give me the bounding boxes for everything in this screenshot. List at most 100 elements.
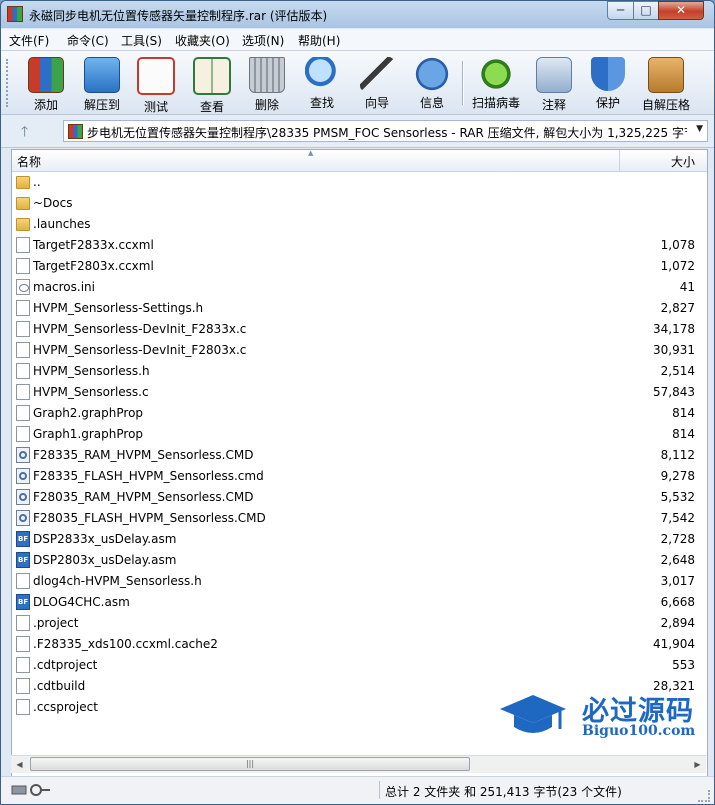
- wizard-button[interactable]: 向导: [348, 55, 406, 111]
- file-name: Graph1.graphProp: [33, 427, 144, 441]
- maximize-button[interactable]: □: [633, 1, 659, 20]
- graduation-cap-icon: [500, 695, 566, 733]
- test-icon: [137, 57, 175, 95]
- file-size: 2,728: [660, 532, 695, 546]
- file-row[interactable]: F28035_FLASH_HVPM_Sensorless.CMD 7,542: [12, 508, 707, 529]
- address-field[interactable]: 步电机无位置传感器矢量控制程序\28335 PMSM_FOC Sensorles…: [63, 120, 708, 142]
- minimize-button[interactable]: ─: [607, 1, 634, 20]
- file-size: 1,072: [660, 259, 695, 273]
- file-name: F28335_FLASH_HVPM_Sensorless.cmd: [33, 469, 264, 483]
- protect-button[interactable]: 保护: [579, 55, 637, 111]
- menu-tools[interactable]: 工具(S): [121, 32, 162, 49]
- address-dropdown-icon[interactable]: ▼: [696, 124, 703, 134]
- test-button[interactable]: 测试: [127, 55, 185, 114]
- menu-file[interactable]: 文件(F): [9, 32, 49, 49]
- column-name-header[interactable]: 名称: [17, 153, 41, 170]
- file-row[interactable]: F28335_RAM_HVPM_Sensorless.CMD 8,112: [12, 445, 707, 466]
- file-row[interactable]: TargetF2833x.ccxml 1,078: [12, 235, 707, 256]
- toolbar-separator: [462, 61, 464, 105]
- column-divider[interactable]: [619, 150, 620, 171]
- file-size: 2,514: [660, 364, 695, 378]
- menu-help[interactable]: 帮助(H): [298, 32, 340, 49]
- file-name: HVPM_Sensorless-DevInit_F2833x.c: [33, 322, 247, 336]
- resize-grip[interactable]: [698, 790, 710, 802]
- menu-favorites[interactable]: 收藏夹(O): [175, 32, 230, 49]
- status-bar: 总计 2 文件夹 和 251,413 字节(23 个文件): [1, 776, 714, 804]
- find-label: 查找: [309, 96, 334, 110]
- virus-scan-label: 扫描病毒: [471, 96, 520, 110]
- file-size: 34,178: [653, 322, 695, 336]
- cmd-file-icon: [16, 447, 30, 463]
- sfx-icon: [648, 57, 684, 93]
- comment-button[interactable]: 注释: [525, 55, 583, 112]
- sfx-label: 自解压格: [641, 98, 690, 112]
- column-size-header[interactable]: 大小: [671, 153, 695, 170]
- horizontal-scrollbar[interactable]: ◀ ||| ▶: [11, 755, 706, 773]
- file-size: 2,827: [660, 301, 695, 315]
- sort-indicator-icon: ▲: [308, 149, 314, 157]
- up-folder-button[interactable]: 🡑: [21, 121, 28, 145]
- file-name: HVPM_Sensorless-Settings.h: [33, 301, 204, 315]
- window-title: 永磁同步电机无位置传感器矢量控制程序.rar (评估版本): [29, 9, 328, 23]
- file-row[interactable]: DSP2833x_usDelay.asm 2,728: [12, 529, 707, 550]
- file-row[interactable]: Graph2.graphProp 814: [12, 403, 707, 424]
- file-row[interactable]: Graph1.graphProp 814: [12, 424, 707, 445]
- file-size: 7,542: [660, 511, 695, 525]
- menu-commands[interactable]: 命令(C): [67, 32, 109, 49]
- menu-options[interactable]: 选项(N): [242, 32, 284, 49]
- file-row[interactable]: ~Docs: [12, 193, 707, 214]
- file-row[interactable]: F28035_RAM_HVPM_Sensorless.CMD 5,532: [12, 487, 707, 508]
- scroll-right-button[interactable]: ▶: [689, 756, 706, 773]
- file-size: 814: [672, 427, 695, 441]
- file-icon: [16, 384, 30, 400]
- file-row[interactable]: HVPM_Sensorless-DevInit_F2803x.c 30,931: [12, 340, 707, 361]
- virus-scan-button[interactable]: 扫描病毒: [467, 55, 525, 111]
- find-button[interactable]: 查找: [293, 55, 351, 111]
- toolbar-grip[interactable]: [6, 59, 11, 107]
- file-name: Graph2.graphProp: [33, 406, 144, 420]
- file-icon: [16, 300, 30, 316]
- extract-to-button[interactable]: 解压到: [73, 55, 131, 112]
- file-row[interactable]: HVPM_Sensorless-Settings.h 2,827: [12, 298, 707, 319]
- file-row[interactable]: DSP2803x_usDelay.asm 2,648: [12, 550, 707, 571]
- file-row[interactable]: HVPM_Sensorless.h 2,514: [12, 361, 707, 382]
- comment-label: 注释: [541, 98, 566, 112]
- file-name: .ccsproject: [33, 700, 98, 714]
- file-row[interactable]: .project 2,894: [12, 613, 707, 634]
- file-row[interactable]: HVPM_Sensorless-DevInit_F2833x.c 34,178: [12, 319, 707, 340]
- scroll-thumb[interactable]: |||: [30, 757, 470, 771]
- wizard-icon: [360, 57, 394, 91]
- asm-file-icon: [16, 594, 30, 610]
- scroll-left-button[interactable]: ◀: [11, 756, 28, 773]
- add-button[interactable]: 添加: [17, 55, 75, 112]
- close-button[interactable]: ✕: [658, 1, 704, 20]
- view-label: 查看: [199, 100, 224, 114]
- file-row[interactable]: HVPM_Sensorless.c 57,843: [12, 382, 707, 403]
- file-size: 3,017: [660, 574, 695, 588]
- file-row[interactable]: .cdtproject 553: [12, 655, 707, 676]
- delete-button[interactable]: 删除: [238, 55, 296, 112]
- file-size: 57,843: [653, 385, 695, 399]
- delete-icon: [249, 57, 285, 93]
- info-button[interactable]: 信息: [403, 55, 461, 111]
- file-name: F28035_FLASH_HVPM_Sensorless.CMD: [33, 511, 266, 525]
- file-row[interactable]: .F28335_xds100.ccxml.cache2 41,904: [12, 634, 707, 655]
- file-name: DSP2803x_usDelay.asm: [33, 553, 177, 567]
- view-button[interactable]: 查看: [183, 55, 241, 114]
- file-row[interactable]: TargetF2803x.ccxml 1,072: [12, 256, 707, 277]
- file-row[interactable]: F28335_FLASH_HVPM_Sensorless.cmd 9,278: [12, 466, 707, 487]
- file-name: dlog4ch-HVPM_Sensorless.h: [33, 574, 202, 588]
- file-row[interactable]: ..: [12, 172, 707, 193]
- ini-file-icon: [16, 279, 30, 295]
- add-archive-icon: [28, 57, 64, 93]
- file-row[interactable]: .launches: [12, 214, 707, 235]
- winrar-app-icon: [7, 6, 23, 22]
- view-icon: [193, 57, 231, 95]
- file-row[interactable]: dlog4ch-HVPM_Sensorless.h 3,017: [12, 571, 707, 592]
- file-row[interactable]: DLOG4CHC.asm 6,668: [12, 592, 707, 613]
- wizard-label: 向导: [364, 96, 389, 110]
- sfx-button[interactable]: 自解压格: [637, 55, 695, 112]
- info-label: 信息: [419, 96, 444, 110]
- address-bar: 🡑 步电机无位置传感器矢量控制程序\28335 PMSM_FOC Sensorl…: [1, 115, 714, 148]
- file-row[interactable]: macros.ini 41: [12, 277, 707, 298]
